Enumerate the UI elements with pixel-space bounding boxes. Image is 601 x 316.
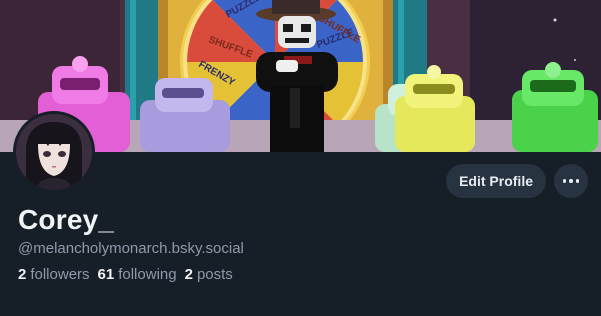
edit-profile-button[interactable]: Edit Profile (446, 164, 546, 198)
following-label: following (118, 266, 177, 283)
profile-banner[interactable]: PUZZLE SHUFFLE FRENZY PUZZLE SHUFFLE (0, 0, 601, 152)
banner-image: PUZZLE SHUFFLE FRENZY PUZZLE SHUFFLE (0, 0, 601, 152)
posts-count: 2 (184, 266, 193, 283)
posts-stat: 2 posts (185, 266, 233, 283)
profile-actions: Edit Profile (446, 164, 588, 198)
followers-label: followers (30, 266, 90, 283)
profile-handle: @melancholymonarch.bsky.social (18, 240, 244, 257)
more-options-button[interactable] (554, 164, 588, 198)
display-name: Corey_ (18, 204, 115, 235)
ellipsis-icon (562, 179, 567, 183)
following-count: 61 (97, 266, 115, 283)
following-stat[interactable]: 61 following (98, 266, 177, 283)
avatar[interactable] (13, 111, 95, 193)
ellipsis-icon (575, 179, 580, 183)
ellipsis-icon (569, 179, 573, 183)
profile-stats: 2 followers 61 following 2 posts (18, 266, 233, 283)
posts-label: posts (196, 266, 233, 283)
followers-stat[interactable]: 2 followers (18, 266, 90, 283)
avatar-image (16, 114, 92, 190)
followers-count: 2 (18, 266, 27, 283)
